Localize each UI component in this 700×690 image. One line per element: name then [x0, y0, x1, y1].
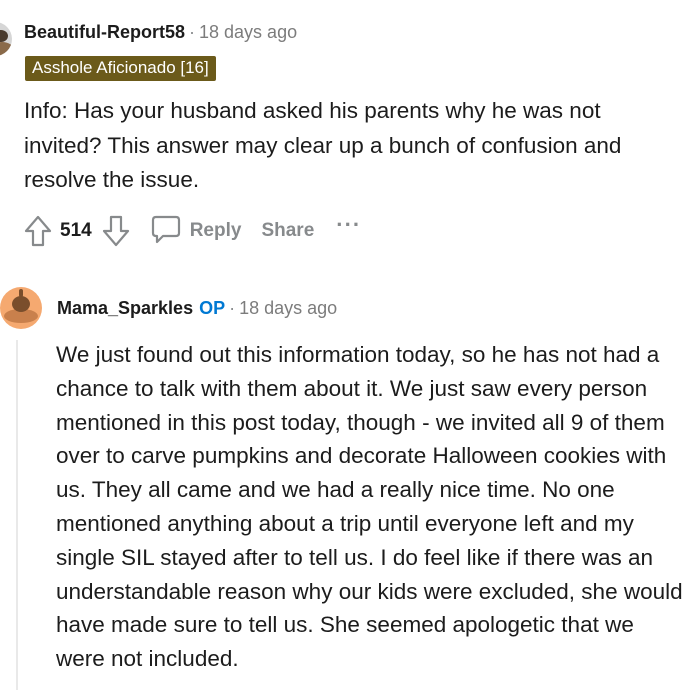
upvote-icon[interactable] [22, 213, 54, 249]
user-flair: Asshole Aficionado [16] [25, 56, 216, 81]
comment-timestamp[interactable]: 18 days ago [199, 22, 297, 42]
reply-label: Reply [189, 220, 242, 241]
comment-username[interactable]: Mama_Sparkles [57, 298, 193, 318]
comment-body: Info: Has your husband asked his parents… [24, 98, 622, 192]
downvote-icon[interactable] [100, 213, 132, 249]
comment-action-bar: 514 Reply Share ··· [22, 212, 361, 250]
comment-meta: Mama_Sparkles OP · 18 days ago [57, 298, 337, 319]
comment-bubble-icon [150, 213, 182, 250]
more-options-button[interactable]: ··· [336, 212, 361, 238]
thread-line[interactable] [16, 340, 18, 690]
op-badge: OP [199, 298, 226, 318]
user-avatar[interactable] [0, 287, 42, 329]
meta-separator: · [189, 22, 196, 42]
meta-separator: · [229, 298, 236, 318]
comment-body: We just found out this information today… [56, 342, 683, 672]
reply-button[interactable]: Reply [150, 213, 242, 250]
vote-count: 514 [60, 220, 92, 241]
user-avatar[interactable] [0, 22, 12, 56]
comment-username[interactable]: Beautiful-Report58 [24, 22, 185, 42]
comment-timestamp[interactable]: 18 days ago [239, 298, 337, 318]
comment-thread: Beautiful-Report58 · 18 days ago Asshole A… [0, 0, 700, 690]
comment-meta: Beautiful-Report58 · 18 days ago [24, 22, 297, 43]
share-button[interactable]: Share [261, 220, 314, 242]
